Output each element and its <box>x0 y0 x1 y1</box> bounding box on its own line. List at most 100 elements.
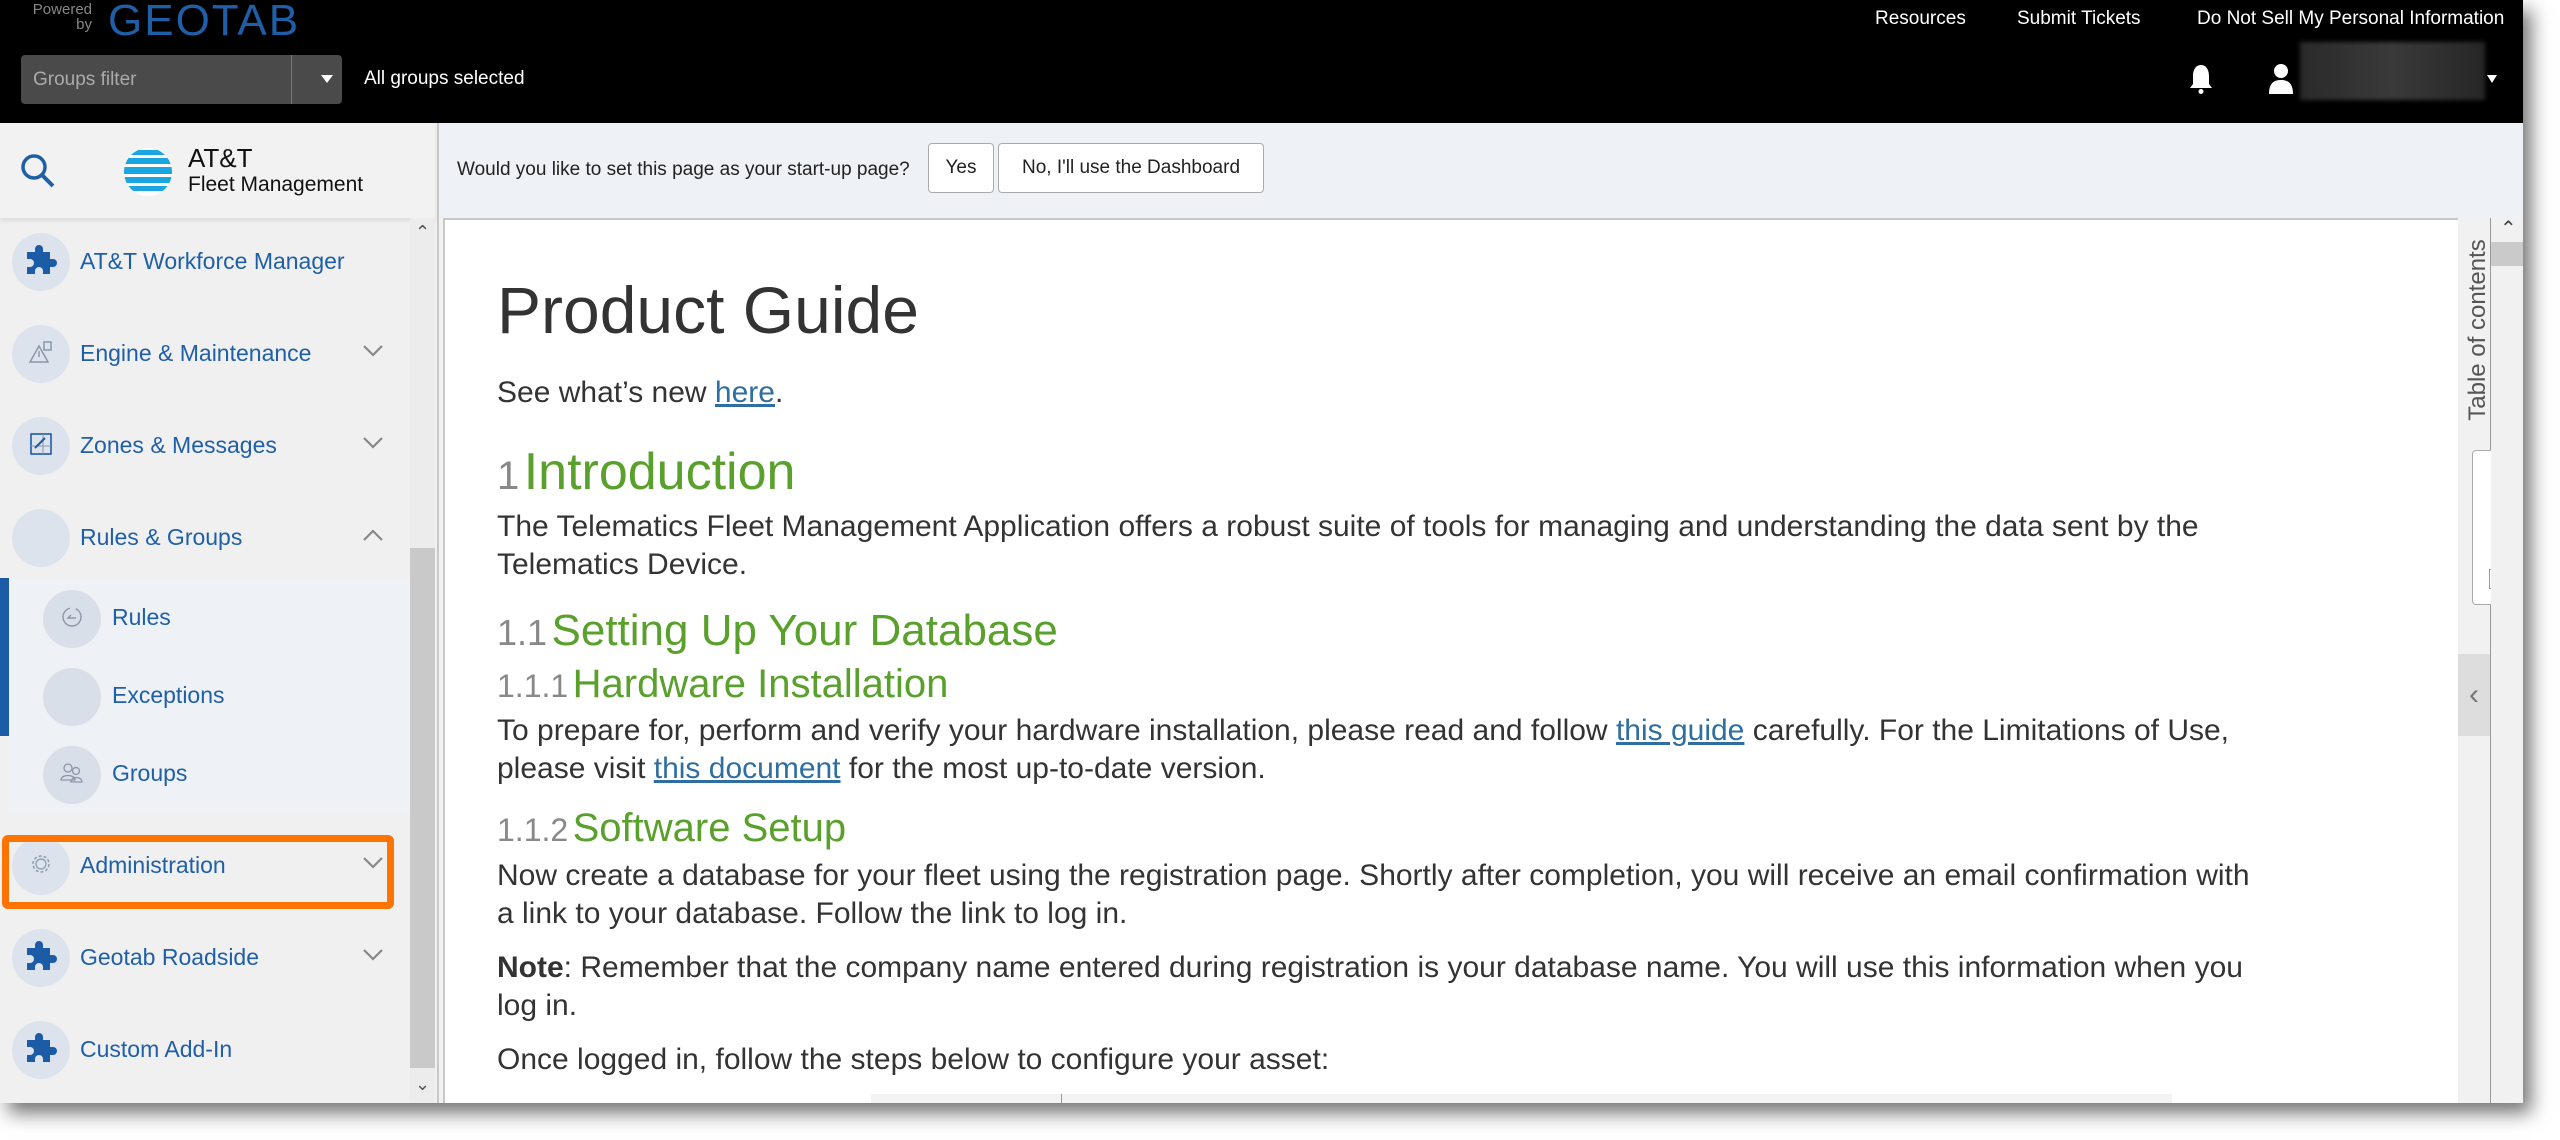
brand-name: AT&T <box>188 143 253 173</box>
brand-subtitle: Fleet Management <box>188 173 364 196</box>
table-of-contents-toggle[interactable]: Table of contents <box>2458 236 2492 436</box>
sidebar-subitem-label: Groups <box>112 760 188 786</box>
sidebar-item-label: Zones & Messages <box>80 432 277 458</box>
this-guide-link[interactable]: this guide <box>1616 714 1744 747</box>
document-panel: Product Guide See what’s new here. 1 Int… <box>443 218 2458 1103</box>
nav-icon-circle <box>43 590 101 648</box>
nav-icon-circle <box>12 1021 70 1079</box>
section-title: Introduction <box>523 443 796 501</box>
sidebar-scrollbar-thumb[interactable] <box>410 548 435 1068</box>
sidebar-header: AT&T Fleet Management <box>0 123 435 218</box>
section-number: 1 <box>497 454 520 498</box>
hardware-paragraph-line1: To prepare for, perform and verify your … <box>497 712 2229 750</box>
groups-icon <box>59 762 85 789</box>
text: : Remember that the company name entered… <box>563 951 2243 984</box>
groups-highlight-box <box>2 835 394 909</box>
section-title: Setting Up Your Database <box>551 606 1058 655</box>
user-menu-caret-icon[interactable] <box>2487 75 2497 83</box>
text: please visit <box>497 752 654 785</box>
scroll-up-icon[interactable]: ⌃ <box>415 222 430 243</box>
groups-filter-input[interactable]: Groups filter <box>21 55 342 104</box>
sidebar-item-zones-messages[interactable]: Zones & Messages <box>0 402 410 490</box>
puzzle-icon <box>24 1031 58 1070</box>
steps-table-header <box>871 1094 2172 1103</box>
rules-icon <box>60 605 84 634</box>
whats-new-link[interactable]: here <box>715 376 775 409</box>
section-heading-1-1-2[interactable]: 1.1.2 Software Setup <box>497 806 846 851</box>
this-document-link[interactable]: this document <box>654 752 841 785</box>
chevron-down-icon[interactable] <box>321 75 333 83</box>
yes-button[interactable]: Yes <box>928 143 994 193</box>
startup-question: Would you like to set this page as your … <box>457 159 910 180</box>
section-heading-1-1[interactable]: 1.1 Setting Up Your Database <box>497 606 1058 656</box>
section-title: Hardware Installation <box>572 662 949 706</box>
sidebar-item-workforce-manager[interactable]: AT&T Workforce Manager <box>0 218 410 306</box>
sidebar-item-label: Geotab Roadside <box>80 944 260 970</box>
groups-filter-divider <box>291 55 292 104</box>
chevron-down-icon[interactable] <box>362 436 384 455</box>
powered-by-label: Powered by <box>32 1 92 33</box>
note-label: Note <box>497 951 564 984</box>
sidebar-item-label: Custom Add-In <box>80 1036 233 1062</box>
section-number: 1.1.2 <box>497 812 569 848</box>
puzzle-icon <box>24 939 58 978</box>
text: for the most up-to-date version. <box>840 752 1266 785</box>
search-icon[interactable] <box>20 153 56 194</box>
startup-page-prompt: Would you like to set this page as your … <box>439 123 2523 218</box>
sidebar-subitem-rules[interactable]: Rules <box>9 580 410 658</box>
nav-icon-circle <box>43 746 101 804</box>
puzzle-icon <box>24 243 58 282</box>
sidebar-item-engine-maintenance[interactable]: Engine & Maintenance <box>0 310 410 398</box>
top-bar: Powered by GEOTAB Groups filter All grou… <box>0 0 2523 123</box>
chevron-left-icon[interactable]: ‹ <box>2458 654 2490 736</box>
sidebar-item-label: Rules & Groups <box>80 524 243 550</box>
exceptions-icon <box>43 668 101 726</box>
whats-new-line: See what’s new here. <box>497 374 783 412</box>
chevron-down-icon[interactable] <box>362 948 384 967</box>
sidebar-subitem-label: Exceptions <box>112 682 225 708</box>
section-heading-1-1-1[interactable]: 1.1.1 Hardware Installation <box>497 662 948 707</box>
user-name-redacted[interactable] <box>2300 42 2485 100</box>
sidebar-item-custom-add-in[interactable]: Custom Add-In <box>0 1006 410 1094</box>
table-column-divider <box>1061 1094 1062 1103</box>
chevron-up-icon[interactable] <box>362 528 384 547</box>
bell-icon[interactable] <box>2188 63 2214 100</box>
rules-groups-icon <box>12 509 70 567</box>
do-not-sell-link[interactable]: Do Not Sell My Personal Information <box>2197 8 2504 30</box>
resources-link[interactable]: Resources <box>1875 8 1966 30</box>
scroll-up-icon[interactable]: ⌃ <box>2500 216 2517 241</box>
main-scrollbar-thumb[interactable] <box>2491 242 2523 266</box>
submit-tickets-link[interactable]: Submit Tickets <box>2017 8 2141 30</box>
active-section-indicator <box>0 578 9 736</box>
section-title: Software Setup <box>572 806 847 850</box>
engine-warning-icon <box>26 337 56 372</box>
toc-label: Table of contents <box>2464 239 2491 421</box>
nav-list: AT&T Workforce Manager Engine & Maintena… <box>0 218 410 1103</box>
scroll-down-icon[interactable]: ⌄ <box>415 1074 430 1095</box>
sidebar-subitem-groups[interactable]: Groups <box>9 736 410 814</box>
note-paragraph-line2: log in. <box>497 989 578 1022</box>
software-paragraph-line1: Now create a database for your fleet usi… <box>497 859 2250 892</box>
sidebar-item-label: Engine & Maintenance <box>80 340 312 366</box>
page-title: Product Guide <box>497 273 919 347</box>
whats-new-text: See what’s new <box>497 376 715 409</box>
zones-icon <box>28 431 54 462</box>
sidebar-item-label: AT&T Workforce Manager <box>80 248 345 274</box>
sidebar-scrollbar[interactable]: ⌃ ⌄ <box>410 218 435 1103</box>
sidebar-item-geotab-roadside[interactable]: Geotab Roadside <box>0 914 410 1002</box>
sidebar-subitem-exceptions[interactable]: Exceptions <box>9 658 410 736</box>
chevron-down-icon[interactable] <box>362 344 384 363</box>
geotab-logo[interactable]: GEOTAB <box>108 0 300 46</box>
user-icon[interactable] <box>2268 63 2294 100</box>
hardware-paragraph-line2: please visit this document for the most … <box>497 750 1266 788</box>
nav-icon-circle <box>12 929 70 987</box>
intro-paragraph-line1: The Telematics Fleet Management Applicat… <box>497 510 2199 543</box>
main-scrollbar[interactable]: ⌃ <box>2491 218 2523 1103</box>
use-dashboard-button[interactable]: No, I'll use the Dashboard <box>998 143 1264 193</box>
att-globe-icon <box>123 147 173 202</box>
section-heading-1[interactable]: 1 Introduction <box>497 442 795 502</box>
app-window: Powered by GEOTAB Groups filter All grou… <box>0 0 2523 1103</box>
sidebar-item-rules-groups[interactable]: Rules & Groups <box>0 494 410 582</box>
nav-icon-circle <box>12 417 70 475</box>
nav-icon-circle <box>12 233 70 291</box>
